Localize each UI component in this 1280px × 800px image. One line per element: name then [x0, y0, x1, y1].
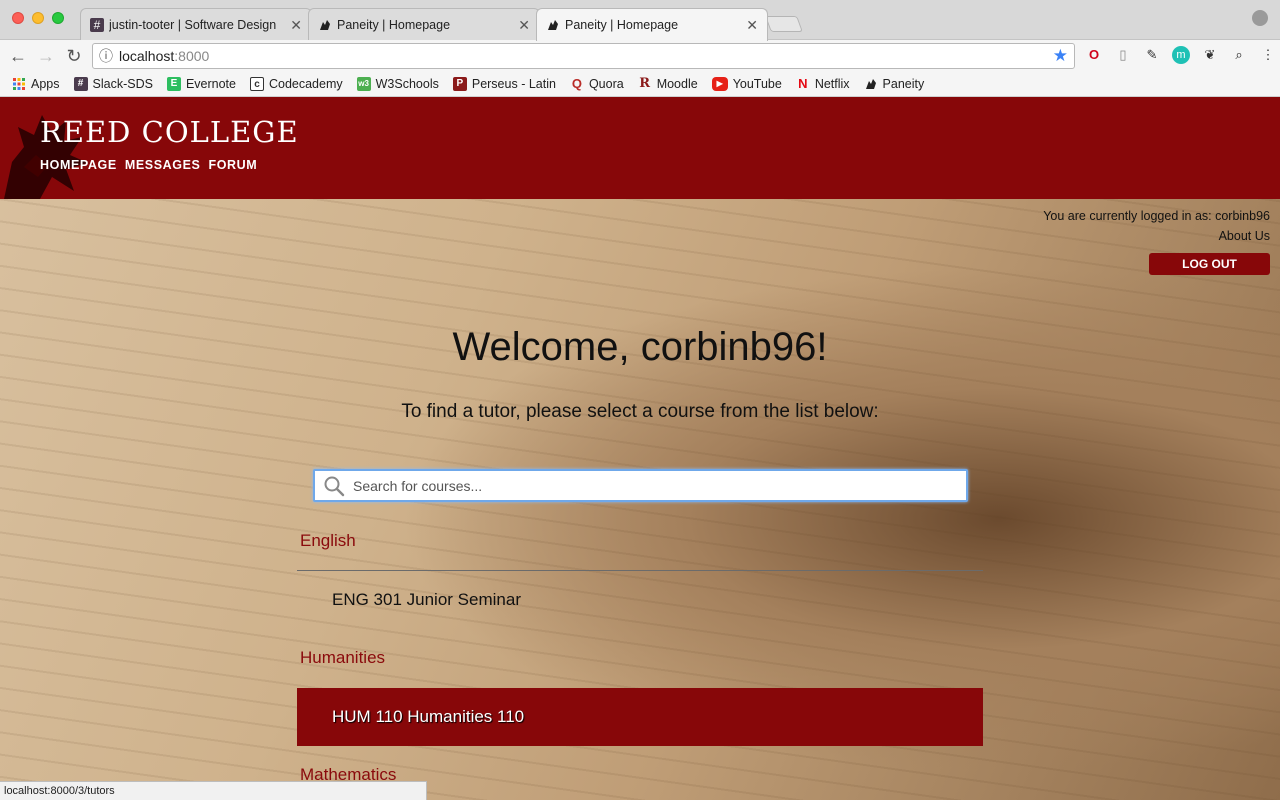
- perseus-icon: P: [452, 76, 467, 91]
- login-status: You are currently logged in as: corbinb9…: [1043, 209, 1270, 223]
- address-port: :8000: [174, 48, 210, 64]
- course-item-hum110[interactable]: HUM 110 Humanities 110: [297, 688, 983, 746]
- address-host: localhost: [119, 48, 175, 64]
- browser-toolbar: ← → ↻ ⓘ localhost:8000 ★ O ▯ ✎ m ❦ ⌕ ⋮: [0, 40, 1280, 71]
- codecademy-icon: c: [249, 76, 264, 91]
- bookmark-codecademy[interactable]: c Codecademy: [249, 76, 343, 91]
- m-extension-icon[interactable]: m: [1172, 46, 1190, 64]
- bookmark-w3schools[interactable]: w3 W3Schools: [356, 76, 439, 91]
- nav-homepage[interactable]: HOMEPAGE: [40, 158, 117, 172]
- w3schools-icon: w3: [356, 76, 371, 91]
- bookmark-star-icon[interactable]: ★: [1053, 46, 1068, 66]
- bookmark-netflix[interactable]: N Netflix: [796, 75, 849, 91]
- wrench-extension-icon[interactable]: ✎: [1143, 46, 1161, 64]
- site-header: REED COLLEGE HOMEPAGE MESSAGES FORUM: [0, 97, 1280, 199]
- course-item-eng301[interactable]: ENG 301 Junior Seminar: [297, 571, 983, 629]
- logout-button[interactable]: LOG OUT: [1149, 253, 1270, 275]
- close-window-button[interactable]: [12, 12, 24, 24]
- opera-extension-icon[interactable]: O: [1085, 46, 1103, 64]
- about-us-link[interactable]: About Us: [1219, 229, 1270, 243]
- address-bar[interactable]: ⓘ localhost:8000 ★: [92, 43, 1075, 69]
- browser-titlebar: # justin-tooter | Software Design ✕ Pane…: [0, 0, 1280, 41]
- search-icon: [315, 475, 353, 497]
- browser-tab-3-active[interactable]: Paneity | Homepage ✕: [536, 8, 768, 41]
- browser-tab-2[interactable]: Paneity | Homepage ✕: [308, 8, 540, 40]
- extension-icons: O ▯ ✎ m ❦ ⌕ ⋮: [1085, 46, 1277, 64]
- nav-forum[interactable]: FORUM: [208, 158, 257, 172]
- maximize-window-button[interactable]: [52, 12, 64, 24]
- site-brand[interactable]: REED COLLEGE: [40, 115, 299, 149]
- close-tab-icon[interactable]: ✕: [290, 17, 302, 34]
- bookmarks-bar: Apps # Slack-SDS E Evernote c Codecademy w3…: [0, 71, 1280, 97]
- bookmark-quora[interactable]: Q Quora: [570, 75, 624, 91]
- search-extension-icon[interactable]: ⌕: [1230, 46, 1248, 64]
- page-content: REED COLLEGE HOMEPAGE MESSAGES FORUM You…: [0, 97, 1280, 800]
- department-humanities: Humanities: [300, 648, 386, 667]
- evernote-extension-icon[interactable]: ❦: [1201, 46, 1219, 64]
- hash-icon: #: [90, 18, 104, 32]
- new-tab-button[interactable]: [765, 16, 803, 32]
- browser-tab-1[interactable]: # justin-tooter | Software Design ✕: [80, 8, 312, 40]
- instructions-text: To find a tutor, please select a course …: [401, 401, 879, 422]
- slack-icon: #: [73, 76, 88, 91]
- back-arrow-icon[interactable]: ←: [6, 44, 30, 68]
- griffin-icon: [318, 18, 332, 32]
- bookmark-paneity[interactable]: Paneity: [864, 77, 924, 91]
- info-icon[interactable]: ⓘ: [93, 46, 119, 66]
- bookmark-apps[interactable]: Apps: [12, 77, 60, 91]
- forward-arrow-icon[interactable]: →: [34, 44, 58, 68]
- department-english: English: [300, 531, 356, 550]
- close-tab-icon[interactable]: ✕: [518, 17, 530, 34]
- quora-icon: Q: [571, 75, 582, 91]
- bookmark-slack[interactable]: # Slack-SDS: [73, 76, 153, 91]
- welcome-heading: Welcome, corbinb96!: [452, 325, 828, 369]
- page-extension-icon[interactable]: ▯: [1114, 46, 1132, 64]
- bookmark-perseus[interactable]: P Perseus - Latin: [452, 76, 556, 91]
- minimize-window-button[interactable]: [32, 12, 44, 24]
- bookmark-youtube[interactable]: ▶ YouTube: [711, 76, 782, 91]
- site-nav: HOMEPAGE MESSAGES FORUM: [40, 158, 257, 172]
- menu-dots-icon[interactable]: ⋮: [1259, 46, 1277, 64]
- close-tab-icon[interactable]: ✕: [746, 17, 758, 34]
- nav-messages[interactable]: MESSAGES: [125, 158, 201, 172]
- reload-icon[interactable]: ↻: [62, 44, 86, 68]
- bookmark-evernote[interactable]: E Evernote: [166, 76, 236, 91]
- course-search-box: [313, 469, 968, 502]
- moodle-icon: R: [639, 75, 651, 91]
- status-bar-url: localhost:8000/3/tutors: [0, 781, 427, 800]
- griffin-icon: [864, 77, 878, 91]
- course-search-input[interactable]: [353, 477, 953, 494]
- griffin-icon: [546, 18, 560, 32]
- bookmark-moodle[interactable]: R Moodle: [638, 75, 697, 91]
- netflix-icon: N: [798, 75, 808, 91]
- evernote-icon: E: [166, 76, 181, 91]
- youtube-icon: ▶: [711, 76, 728, 91]
- profile-icon[interactable]: [1252, 10, 1268, 26]
- apps-grid-icon: [12, 77, 26, 91]
